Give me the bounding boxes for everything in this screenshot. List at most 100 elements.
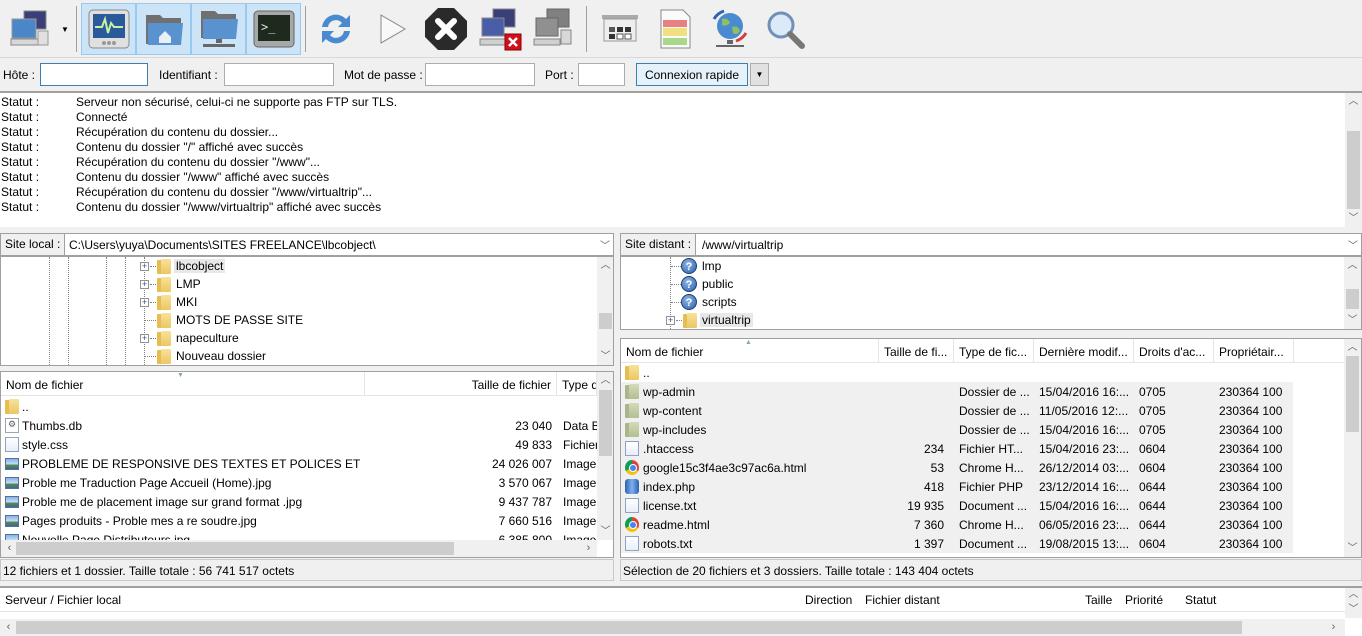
file-row[interactable]: readme.html 7 360 Chrome H... 06/05/2016 23… [621, 515, 1293, 534]
column-header-filetype[interactable]: Type de fic... [954, 339, 1034, 363]
tree-item[interactable]: ? scripts [621, 293, 1341, 311]
remote-path-input[interactable]: /www/virtualtrip [702, 238, 783, 252]
quickconnect-dropdown[interactable]: ▼ [750, 63, 769, 86]
chevron-down-icon[interactable]: ﹀ [600, 237, 610, 252]
column-header-direction[interactable]: Direction [805, 593, 852, 607]
expand-icon[interactable]: + [140, 262, 149, 271]
local-list-scrollbar[interactable]: ︿ ﹀ [597, 372, 613, 540]
column-header-modified[interactable]: Dernière modif... [1034, 339, 1134, 363]
file-row[interactable]: google15c3f4ae3c97ac6a.html 53 Chrome H...… [621, 458, 1293, 477]
column-header-size[interactable]: Taille [1085, 593, 1112, 607]
toggle-transfer-queue-button[interactable]: >_ [246, 3, 301, 55]
column-header-status[interactable]: Statut [1185, 593, 1216, 607]
scroll-down-icon[interactable]: ﹀ [597, 523, 613, 540]
local-path-input[interactable]: C:\Users\yuya\Documents\SITES FREELANCE\… [69, 238, 376, 252]
column-header-priority[interactable]: Priorité [1125, 593, 1163, 607]
synchronized-browsing-button[interactable] [705, 3, 755, 55]
tree-item[interactable]: ? public [621, 275, 1341, 293]
scroll-left-icon[interactable]: ‹ [0, 619, 17, 636]
local-tree-scrollbar[interactable]: ︿ ﹀ [597, 257, 613, 365]
scroll-down-icon[interactable]: ﹀ [1344, 312, 1361, 329]
file-row[interactable]: .. [1, 397, 597, 416]
scroll-up-icon[interactable]: ︿ [1345, 586, 1362, 600]
scroll-up-icon[interactable]: ︿ [1344, 257, 1361, 274]
file-row[interactable]: Thumbs.db 23 040 Data B [1, 416, 597, 435]
expand-icon[interactable]: + [140, 298, 149, 307]
scroll-thumb[interactable] [16, 621, 1242, 634]
file-row[interactable]: .. [621, 363, 1293, 382]
file-row[interactable]: PROBLEME DE RESPONSIVE DES TEXTES ET POL… [1, 454, 597, 473]
file-row[interactable]: robots.txt 1 397 Document ... 19/08/2015 13… [621, 534, 1293, 553]
tree-item[interactable]: + MKI [1, 293, 591, 311]
scroll-down-icon[interactable]: ﹀ [597, 348, 613, 365]
password-input[interactable] [425, 63, 535, 86]
scroll-up-icon[interactable]: ︿ [597, 372, 613, 389]
column-header-filesize[interactable]: Taille de fi... [879, 339, 954, 363]
file-row[interactable]: Pages produits - Proble mes a re soudre.… [1, 511, 597, 530]
disconnect-button[interactable] [475, 3, 525, 55]
log-scrollbar[interactable]: ︿ ﹀ [1345, 93, 1362, 227]
column-header-filesize[interactable]: Taille de fichier [365, 372, 557, 396]
scroll-thumb[interactable] [1346, 289, 1359, 309]
directory-comparison-button[interactable] [650, 3, 700, 55]
tree-item[interactable]: ? lmp [621, 257, 1341, 275]
directory-listing-filters-button[interactable] [595, 3, 645, 55]
remote-tree-scrollbar[interactable]: ︿ ﹀ [1344, 257, 1361, 329]
column-header-owner[interactable]: Propriétair... [1214, 339, 1294, 363]
chevron-down-icon[interactable]: ﹀ [1348, 237, 1358, 252]
scroll-down-icon[interactable]: ﹀ [1344, 540, 1361, 557]
file-row[interactable]: wp-admin Dossier de ... 15/04/2016 16:... 0… [621, 382, 1293, 401]
scroll-down-icon[interactable]: ﹀ [1345, 210, 1362, 227]
process-queue-button[interactable] [366, 3, 416, 55]
file-row[interactable]: wp-includes Dossier de ... 15/04/2016 16:.… [621, 420, 1293, 439]
scroll-thumb[interactable] [599, 313, 612, 329]
expand-icon[interactable]: + [140, 280, 149, 289]
toggle-local-tree-button[interactable] [136, 3, 191, 55]
tree-item[interactable]: Nouveau dossier [1, 347, 591, 365]
file-row[interactable]: Proble me de placement image sur grand f… [1, 492, 597, 511]
user-input[interactable] [224, 63, 334, 86]
file-row[interactable]: Proble me Traduction Page Accueil (Home)… [1, 473, 597, 492]
scroll-right-icon[interactable]: › [580, 540, 597, 557]
column-header-server-local[interactable]: Serveur / Fichier local [5, 593, 121, 607]
remote-list-scrollbar[interactable]: ︿ ﹀ [1344, 339, 1361, 557]
expand-icon[interactable]: + [666, 316, 675, 325]
scroll-thumb[interactable] [1346, 356, 1359, 432]
scroll-up-icon[interactable]: ︿ [597, 257, 613, 274]
quickconnect-button[interactable]: Connexion rapide [636, 63, 748, 86]
tree-item[interactable]: + napeculture [1, 329, 591, 347]
toggle-message-log-button[interactable] [81, 3, 136, 55]
reconnect-button[interactable] [529, 3, 579, 55]
port-input[interactable] [578, 63, 625, 86]
refresh-button[interactable] [311, 3, 361, 55]
file-row[interactable]: .htaccess 234 Fichier HT... 15/04/2016 23:.… [621, 439, 1293, 458]
scroll-thumb[interactable] [16, 542, 454, 555]
search-remote-files-button[interactable] [760, 3, 810, 55]
log-scroll-thumb[interactable] [1347, 131, 1360, 209]
site-manager-dropdown[interactable]: ▼ [57, 3, 73, 55]
scroll-right-icon[interactable]: › [1325, 619, 1342, 636]
queue-scrollbar[interactable]: ︿ ﹀ [1345, 588, 1362, 618]
file-row[interactable]: style.css 49 833 Fichier [1, 435, 597, 454]
queue-hscrollbar[interactable]: ‹ › [0, 619, 1345, 636]
host-input[interactable] [40, 63, 148, 86]
scroll-up-icon[interactable]: ︿ [1345, 93, 1362, 110]
scroll-thumb[interactable] [599, 390, 612, 456]
column-header-filetype[interactable]: Type d [557, 372, 597, 396]
expand-icon[interactable]: + [140, 334, 149, 343]
local-list-hscrollbar[interactable]: ‹ › [1, 540, 597, 557]
file-row[interactable]: index.php 418 Fichier PHP 23/12/2014 16:...… [621, 477, 1293, 496]
site-manager-button[interactable] [2, 3, 57, 55]
file-row[interactable]: wp-content Dossier de ... 11/05/2016 12:..… [621, 401, 1293, 420]
tree-item[interactable]: MOTS DE PASSE SITE [1, 311, 591, 329]
file-row[interactable]: license.txt 19 935 Document ... 15/04/2016 … [621, 496, 1293, 515]
column-header-remote-file[interactable]: Fichier distant [865, 593, 940, 607]
cancel-operation-button[interactable] [421, 3, 471, 55]
scroll-up-icon[interactable]: ︿ [1344, 339, 1361, 356]
toggle-remote-tree-button[interactable] [191, 3, 246, 55]
tree-item[interactable]: + virtualtrip [621, 311, 1341, 329]
scroll-down-icon[interactable]: ﹀ [1345, 601, 1362, 615]
tree-item[interactable]: + LMP [1, 275, 591, 293]
tree-item[interactable]: + lbcobject [1, 257, 591, 275]
column-header-permissions[interactable]: Droits d'ac... [1134, 339, 1214, 363]
